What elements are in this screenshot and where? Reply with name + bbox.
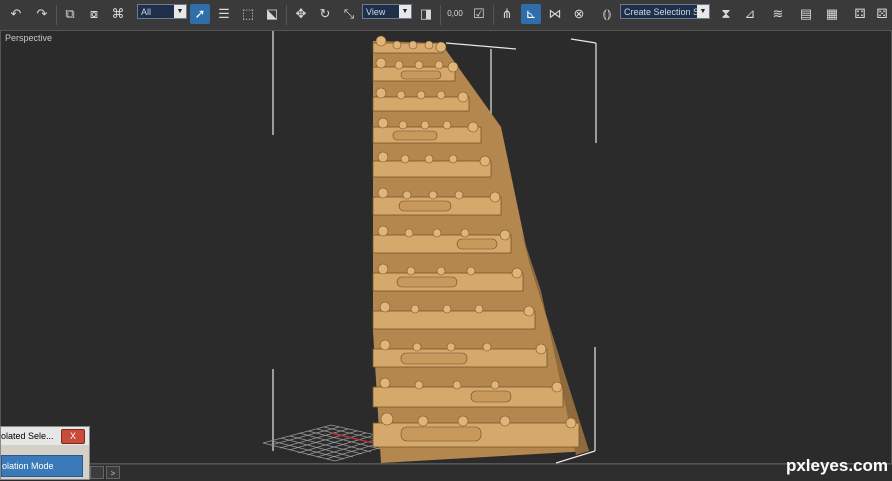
timeline-bar: >	[90, 464, 892, 481]
reference-coord-value: View	[366, 7, 386, 17]
rect-region-icon[interactable]: ⬚	[238, 4, 258, 24]
isolated-selection-panel: olated Sele... X olation Mode	[0, 426, 90, 480]
reference-coord-dropdown[interactable]: View ▼	[362, 4, 412, 19]
align-icon[interactable]: ⊿	[740, 4, 760, 24]
perspective-viewport[interactable]: Perspective	[0, 30, 892, 464]
window-crossing-icon[interactable]: ⬕	[262, 4, 282, 24]
main-toolbar: ↶ ↷ ⧉ ⧇ ⌘ All ▼ ➚ ☰ ⬚ ⬕ ✥ ↻ ⤡ View ▼ ◨ 0…	[0, 0, 892, 31]
unlink-icon[interactable]: ⧇	[84, 4, 104, 24]
material-editor-icon[interactable]: ⚃	[850, 4, 870, 24]
select-link-icon[interactable]: ⧉	[60, 4, 80, 24]
toolbar-divider	[286, 5, 287, 25]
scale-icon[interactable]: ⤡	[339, 4, 359, 24]
redo-icon[interactable]: ↷	[32, 4, 52, 24]
watermark: pxleyes.com	[785, 456, 888, 475]
exit-isolation-button[interactable]: olation Mode	[1, 455, 83, 477]
named-selection-value: Create Selection Se	[624, 7, 705, 17]
percent-snap-toggle-icon[interactable]: ⋈	[545, 4, 565, 24]
mirror-icon[interactable]: ⧗	[716, 4, 736, 24]
named-selection-dropdown[interactable]: Create Selection Se ▼	[620, 4, 710, 19]
rotate-icon[interactable]: ↻	[315, 4, 335, 24]
chevron-down-icon: ▼	[174, 5, 186, 18]
pivot-icon[interactable]: ◨	[416, 4, 436, 24]
select-by-name-icon[interactable]: ☰	[214, 4, 234, 24]
toolbar-divider	[493, 5, 494, 25]
curve-editor-icon[interactable]: ▤	[796, 4, 816, 24]
select-object-icon[interactable]: ➚	[190, 4, 210, 24]
magnet-snap-icon[interactable]: ⊗	[569, 4, 589, 24]
undo-icon[interactable]: ↶	[6, 4, 26, 24]
selection-filter-dropdown[interactable]: All ▼	[137, 4, 187, 19]
percent-snap-icon[interactable]: ☑	[469, 4, 489, 24]
schematic-icon[interactable]: ▦	[822, 4, 842, 24]
prev-frame-button[interactable]	[90, 466, 104, 479]
edit-named-sel-icon[interactable]: ⦅⦆	[597, 4, 617, 24]
snaps-value: 0,00	[447, 9, 463, 18]
close-button[interactable]: X	[61, 429, 85, 444]
selection-filter-value: All	[141, 7, 152, 17]
spinner-snap-icon[interactable]: 0,00	[445, 4, 465, 24]
next-frame-button[interactable]: >	[106, 466, 120, 479]
toolbar-divider	[56, 5, 57, 25]
render-setup-icon[interactable]: ⚄	[872, 4, 892, 24]
viewport-scene	[262, 31, 597, 464]
bind-spacewarp-icon[interactable]: ⌘	[108, 4, 128, 24]
move-icon[interactable]: ✥	[291, 4, 311, 24]
layers-icon[interactable]: ≋	[768, 4, 788, 24]
chevron-down-icon: ▼	[697, 5, 709, 18]
snap-icon[interactable]: ⋔	[497, 4, 517, 24]
chevron-down-icon: ▼	[399, 5, 411, 18]
angle-snap-icon[interactable]: ⊾	[521, 4, 541, 24]
temple-tower-model	[372, 35, 589, 463]
toolbar-divider	[440, 5, 441, 25]
